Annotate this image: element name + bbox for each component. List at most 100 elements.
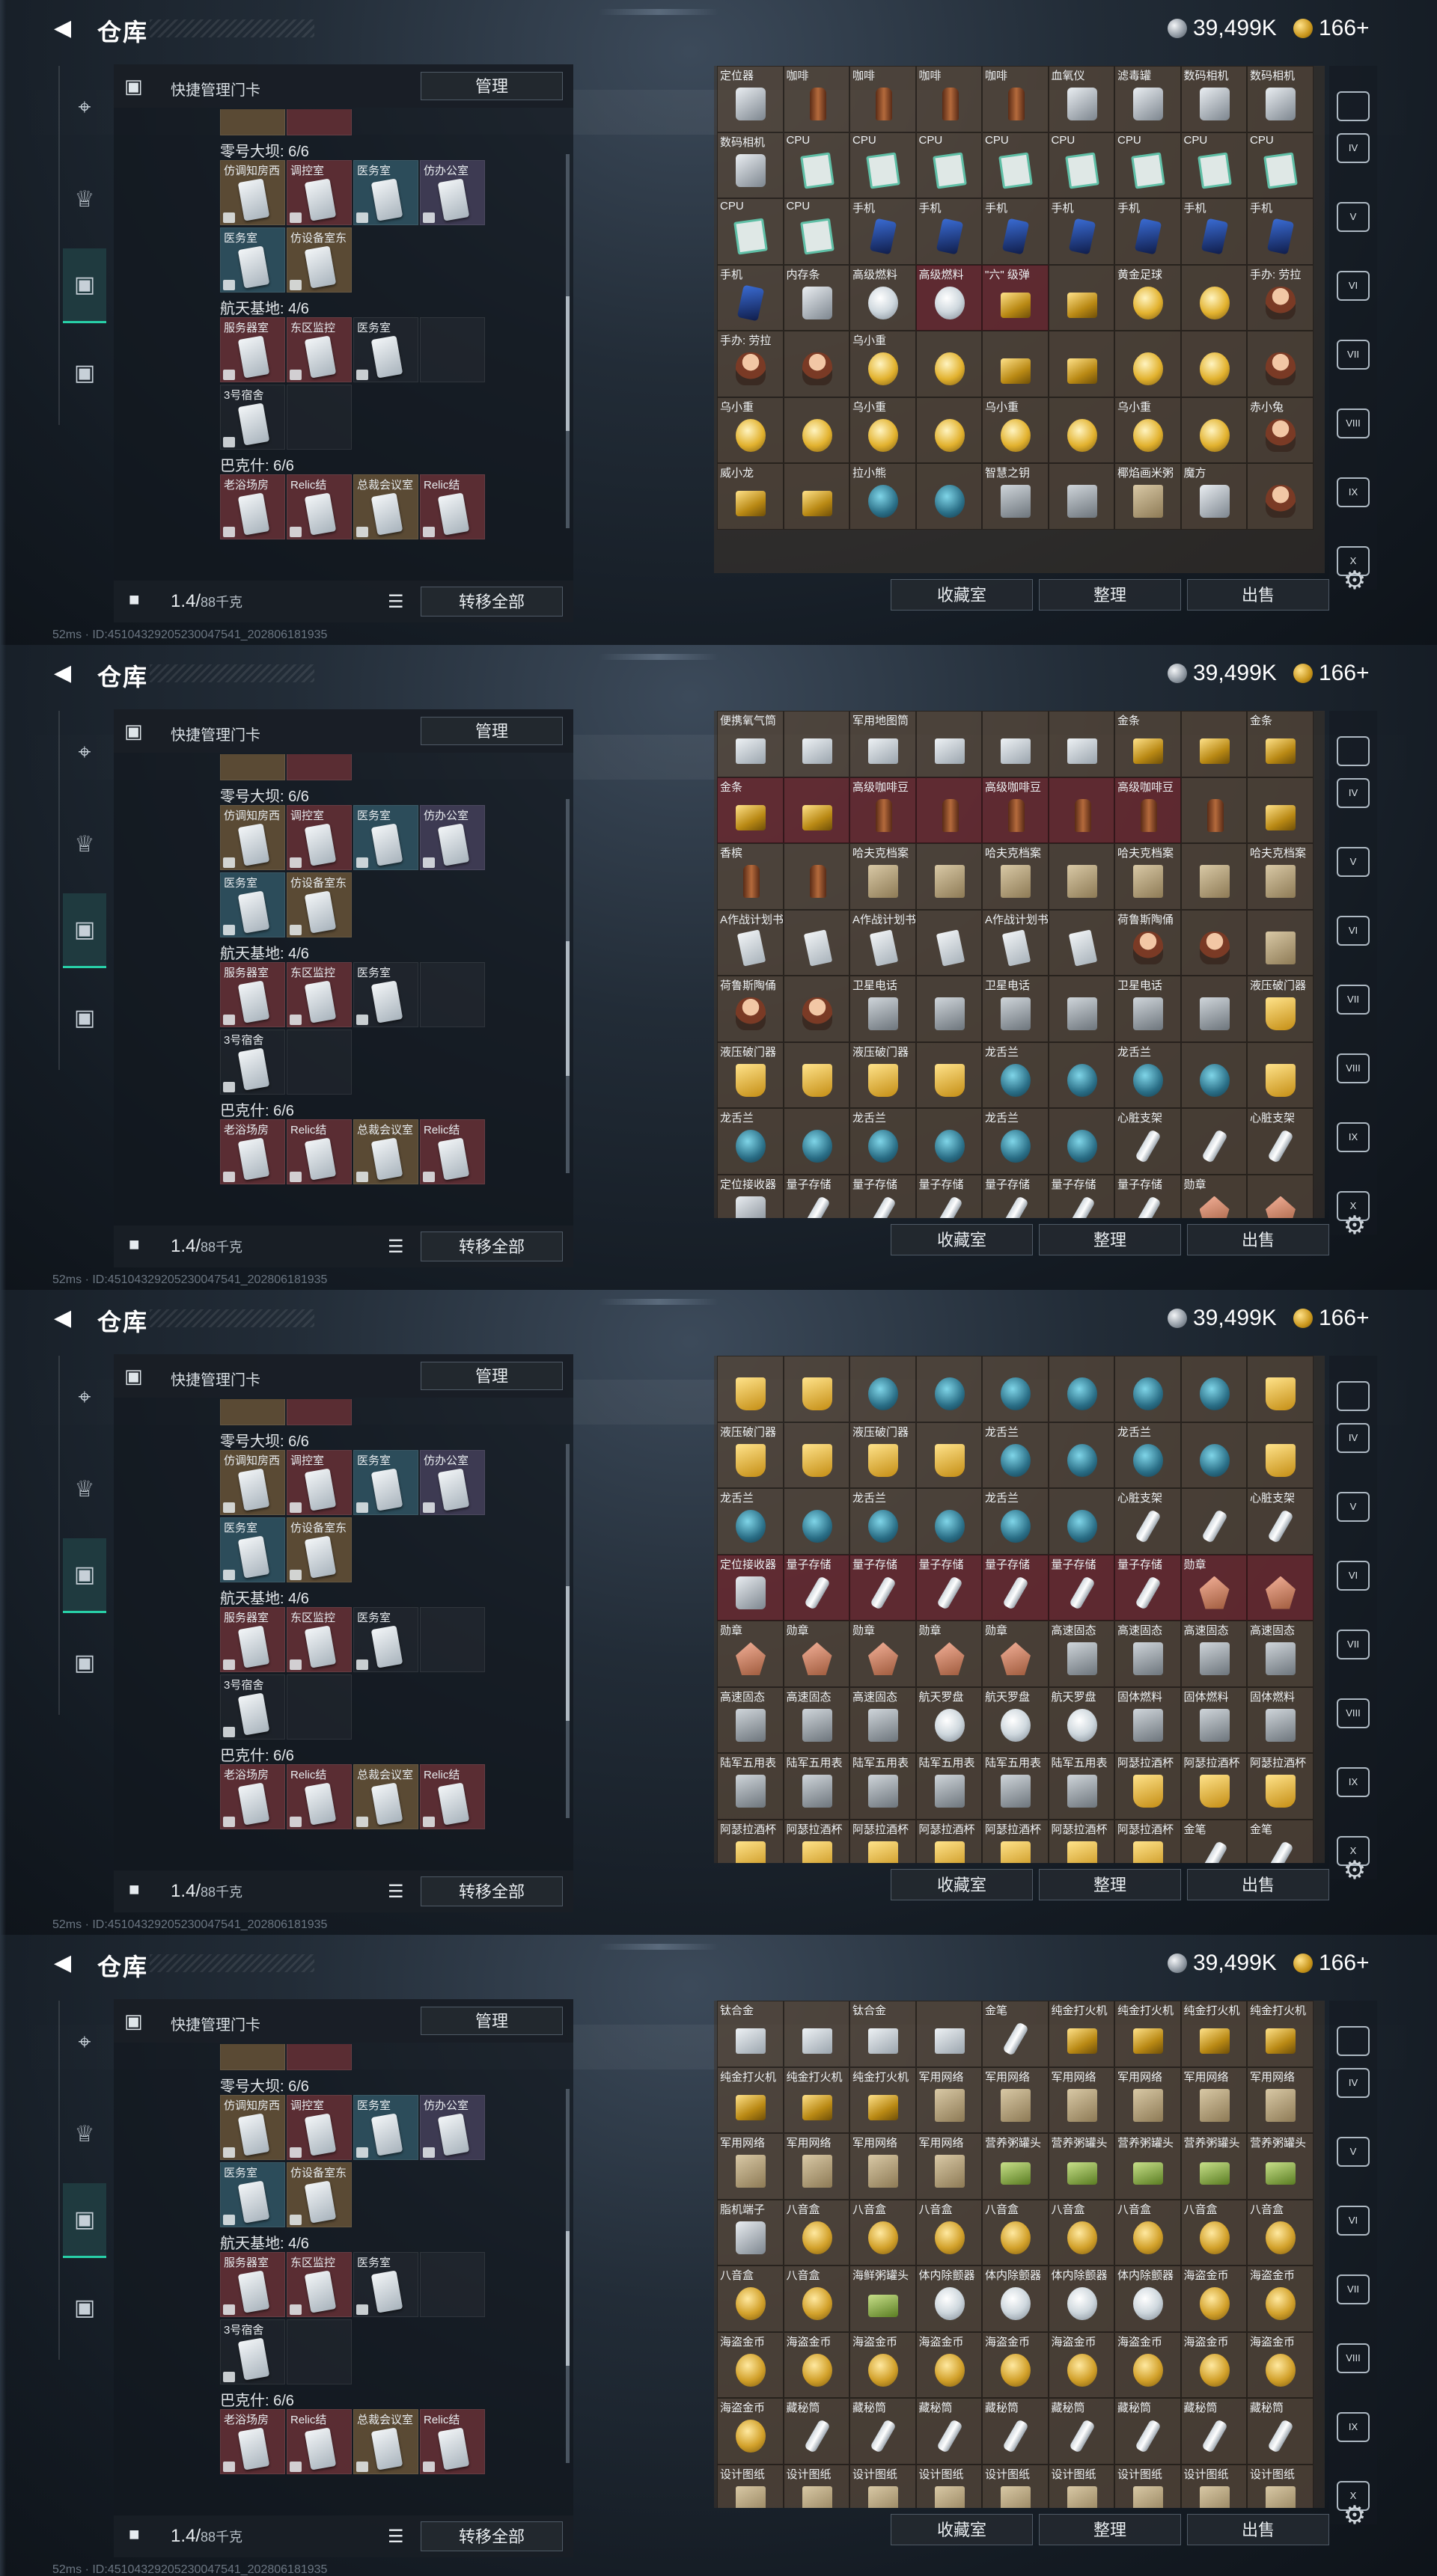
item-cell[interactable]: CPU	[717, 198, 784, 265]
keycard-slot[interactable]: 仿调知房西	[220, 805, 285, 870]
item-cell[interactable]	[915, 2001, 982, 2067]
item-cell[interactable]: 八音盒	[717, 2266, 784, 2332]
item-cell[interactable]: 设计图纸	[1247, 2464, 1314, 2508]
item-cell[interactable]	[915, 1356, 982, 1422]
item-cell[interactable]: 海盗金币	[717, 2398, 784, 2465]
item-cell[interactable]: 手办: 劳拉	[1247, 264, 1314, 331]
item-cell[interactable]: 营养粥罐头	[1114, 2133, 1181, 2200]
item-cell[interactable]: 军用网络	[982, 2066, 1049, 2133]
sell-button[interactable]: 出售	[1187, 2514, 1329, 2545]
keycard-slot[interactable]: 医务室	[220, 2162, 285, 2227]
keycard-slot[interactable]: 3号宿舍	[220, 2319, 285, 2384]
item-cell[interactable]: 龙舌兰	[1114, 1422, 1181, 1488]
item-cell[interactable]: 手机	[1180, 198, 1247, 265]
item-cell[interactable]: 海盗金币	[717, 2331, 784, 2398]
item-cell[interactable]: 军用网络	[1114, 2066, 1181, 2133]
item-cell[interactable]: 威小龙	[717, 463, 784, 530]
keycard-slot[interactable]: 老浴场房	[220, 2409, 285, 2474]
item-cell[interactable]: 咖啡	[783, 66, 849, 132]
item-cell[interactable]: 藏秘筒	[915, 2398, 982, 2465]
gear-icon[interactable]: ⚙	[1340, 2500, 1370, 2530]
gear-icon[interactable]: ⚙	[1340, 1855, 1370, 1885]
keycard-slot[interactable]: 医务室	[353, 2252, 418, 2317]
keycard-slot[interactable]: Relic结	[420, 2409, 485, 2474]
sort-button[interactable]: 整理	[1039, 2514, 1181, 2545]
item-cell[interactable]: 手办: 劳拉	[717, 331, 784, 397]
item-cell[interactable]: 勋章	[717, 1621, 784, 1687]
item-cell[interactable]	[1247, 909, 1314, 976]
nav-weapon-icon[interactable]: ⌖	[63, 70, 106, 145]
container-tab-top[interactable]	[1337, 1381, 1370, 1411]
item-cell[interactable]: 高速固态	[717, 1686, 784, 1753]
container-tab[interactable]: IV	[1337, 1423, 1370, 1453]
keycard-slot[interactable]	[220, 1399, 285, 1425]
item-cell[interactable]	[1180, 843, 1247, 910]
item-cell[interactable]	[1180, 1108, 1247, 1175]
item-cell[interactable]: 赤小兔	[1247, 397, 1314, 463]
item-cell[interactable]	[1180, 1488, 1247, 1555]
item-cell[interactable]	[1048, 397, 1114, 463]
item-cell[interactable]	[1180, 331, 1247, 397]
item-cell[interactable]	[849, 1356, 916, 1422]
item-cell[interactable]: CPU	[783, 132, 849, 198]
item-cell[interactable]: "六" 级弹	[982, 264, 1049, 331]
list-icon[interactable]: ☰	[388, 591, 404, 613]
item-cell[interactable]: 高级燃料	[849, 264, 916, 331]
keycard-slot[interactable]	[287, 1399, 352, 1425]
item-cell[interactable]: 金条	[1247, 711, 1314, 777]
container-tab[interactable]: VIII	[1337, 2343, 1370, 2373]
item-cell[interactable]: 定位接收器	[717, 1554, 784, 1621]
item-cell[interactable]: 量子存储	[849, 1174, 916, 1218]
keycard-slot[interactable]: 总裁会议室	[353, 1119, 418, 1184]
keycard-slot[interactable]	[220, 109, 285, 135]
item-cell[interactable]	[915, 711, 982, 777]
item-cell[interactable]: 海盗金币	[915, 2331, 982, 2398]
item-cell[interactable]: 勋章	[982, 1621, 1049, 1687]
item-cell[interactable]: 纯金打火机	[783, 2066, 849, 2133]
item-cell[interactable]: 高速固态	[1114, 1621, 1181, 1687]
item-cell[interactable]: 液压破门器	[1247, 976, 1314, 1042]
item-cell[interactable]: 手机	[717, 264, 784, 331]
collection-room-button[interactable]: 收藏室	[891, 2514, 1033, 2545]
item-cell[interactable]: 脂机端子	[717, 2199, 784, 2266]
collection-room-button[interactable]: 收藏室	[891, 1224, 1033, 1255]
container-tab[interactable]: VI	[1337, 2206, 1370, 2236]
item-cell[interactable]: 龙舌兰	[982, 1488, 1049, 1555]
item-cell[interactable]: 咖啡	[849, 66, 916, 132]
item-cell[interactable]: 量子存储	[1114, 1174, 1181, 1218]
item-cell[interactable]	[915, 331, 982, 397]
item-cell[interactable]: 勋章	[1180, 1174, 1247, 1218]
item-cell[interactable]: 八音盒	[1048, 2199, 1114, 2266]
item-cell[interactable]: 藏秘筒	[1247, 2398, 1314, 2465]
item-cell[interactable]: 营养粥罐头	[982, 2133, 1049, 2200]
item-cell[interactable]	[783, 777, 849, 843]
item-cell[interactable]	[1114, 1356, 1181, 1422]
item-cell[interactable]	[1048, 711, 1114, 777]
item-cell[interactable]: 黄金足球	[1114, 264, 1181, 331]
keycard-slot[interactable]	[287, 1030, 352, 1095]
keycard-slot[interactable]: 总裁会议室	[353, 474, 418, 539]
item-cell[interactable]	[1048, 463, 1114, 530]
item-cell[interactable]: 阿瑟拉酒杯	[783, 1819, 849, 1863]
item-cell[interactable]: 海盗金币	[1048, 2331, 1114, 2398]
keycard-slot[interactable]: 3号宿舍	[220, 1030, 285, 1095]
transfer-all-button[interactable]: 转移全部	[421, 1232, 563, 1261]
item-cell[interactable]: A作战计划书	[849, 909, 916, 976]
item-cell[interactable]	[1048, 976, 1114, 1042]
item-cell[interactable]	[1114, 331, 1181, 397]
item-cell[interactable]	[1048, 1356, 1114, 1422]
item-cell[interactable]: 量子存储	[1048, 1174, 1114, 1218]
manage-button[interactable]: 管理	[421, 1362, 563, 1390]
item-cell[interactable]	[915, 976, 982, 1042]
item-cell[interactable]	[783, 397, 849, 463]
item-cell[interactable]: 高级燃料	[915, 264, 982, 331]
item-cell[interactable]: 八音盒	[783, 2199, 849, 2266]
item-cell[interactable]: 手机	[849, 198, 916, 265]
item-cell[interactable]: 军用网络	[849, 2133, 916, 2200]
item-cell[interactable]	[915, 1108, 982, 1175]
keycard-slot[interactable]: 老浴场房	[220, 1764, 285, 1829]
item-cell[interactable]: 八音盒	[1180, 2199, 1247, 2266]
keycard-slot[interactable]	[420, 962, 485, 1027]
item-cell[interactable]	[1247, 777, 1314, 843]
gear-icon[interactable]: ⚙	[1340, 1211, 1370, 1240]
